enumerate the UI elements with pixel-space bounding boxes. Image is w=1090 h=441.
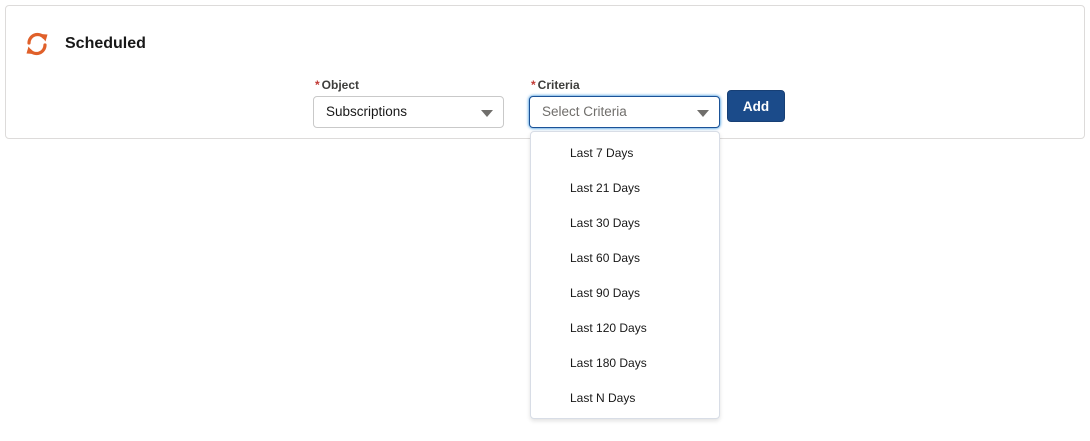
dropdown-option-last-7-days[interactable]: Last 7 Days (531, 136, 719, 171)
page-title: Scheduled (65, 35, 146, 52)
criteria-label-text: Criteria (537, 78, 580, 92)
dropdown-option-last-180-days[interactable]: Last 180 Days (531, 346, 719, 381)
refresh-icon (23, 30, 51, 58)
criteria-field-label: * Criteria (531, 78, 580, 92)
required-marker: * (315, 78, 320, 92)
object-select[interactable]: Subscriptions (313, 96, 504, 128)
card-header: Scheduled (23, 30, 146, 58)
chevron-down-icon (697, 110, 709, 117)
dropdown-option-last-n-days[interactable]: Last N Days (531, 381, 719, 416)
object-label-text: Object (321, 78, 360, 92)
object-field-label: * Object (315, 78, 359, 92)
dropdown-option-last-120-days[interactable]: Last 120 Days (531, 311, 719, 346)
dropdown-option-last-90-days[interactable]: Last 90 Days (531, 276, 719, 311)
dropdown-option-last-30-days[interactable]: Last 30 Days (531, 206, 719, 241)
criteria-select[interactable]: Select Criteria (529, 96, 720, 128)
object-select-value: Subscriptions (326, 104, 408, 119)
criteria-select-placeholder: Select Criteria (542, 104, 627, 119)
chevron-down-icon (481, 110, 493, 117)
required-marker: * (531, 78, 536, 92)
criteria-dropdown-list: Last 7 Days Last 21 Days Last 30 Days La… (530, 131, 720, 419)
dropdown-option-last-60-days[interactable]: Last 60 Days (531, 241, 719, 276)
add-button[interactable]: Add (727, 90, 785, 122)
dropdown-option-last-21-days[interactable]: Last 21 Days (531, 171, 719, 206)
